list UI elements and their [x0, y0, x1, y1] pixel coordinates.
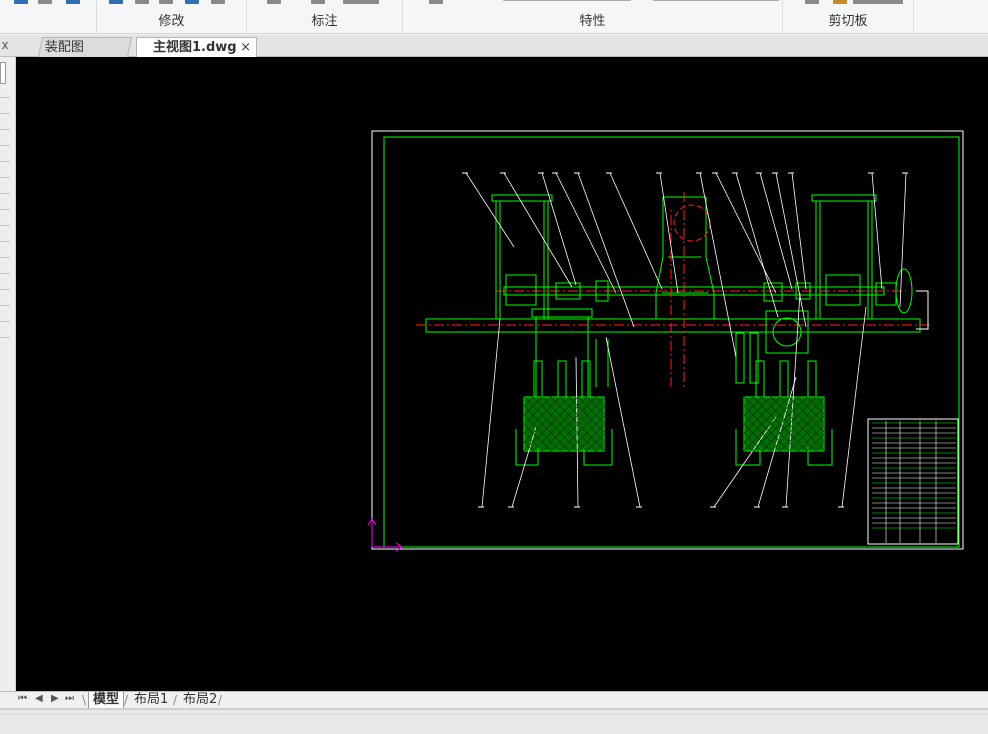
- ribbon-tool-icon[interactable]: [311, 0, 325, 4]
- layout-tab-layout1[interactable]: 布局1: [130, 692, 172, 708]
- right-bracket: [811, 194, 877, 319]
- ribbon-tool-icon[interactable]: [267, 0, 281, 4]
- ribbon-group-label: 修改: [158, 14, 185, 29]
- ribbon-tool-icon[interactable]: [211, 0, 225, 4]
- next-layout-button[interactable]: ▶: [51, 693, 59, 704]
- leader-line: [899, 172, 907, 308]
- leader-line: [715, 172, 777, 294]
- doc-tab-label: 主视图1.dwg: [153, 40, 237, 55]
- panel-row-divider: [0, 193, 10, 194]
- leader-line: [871, 172, 883, 290]
- leader-line: [577, 172, 635, 328]
- panel-row-divider: [0, 257, 10, 258]
- leader-line: [841, 306, 867, 508]
- leader-line: [465, 172, 515, 248]
- panel-row-divider: [0, 289, 10, 290]
- doc-tab-assembly[interactable]: 装配图1.dwg: [37, 37, 133, 74]
- part-leader-lines: [462, 172, 908, 508]
- panel-row-divider: [0, 97, 10, 98]
- ribbon-tool-icon[interactable]: [14, 0, 28, 4]
- cad-application-window: 修改 标注 特性 剪切板 x 装配图1.dwg 主视图1.dwg × ⏮ ◀ ▶…: [0, 0, 988, 734]
- ribbon-tool-icon[interactable]: [66, 0, 80, 4]
- left-hatch-block: [524, 397, 604, 451]
- ribbon-tool-icon[interactable]: [38, 0, 52, 4]
- leader-line: [699, 172, 737, 358]
- ribbon-tool-icon[interactable]: [135, 0, 149, 4]
- drawing-canvas[interactable]: [16, 57, 988, 691]
- left-bracket: [491, 194, 553, 319]
- panel-row-divider: [0, 177, 10, 178]
- ribbon-group-label: 剪切板: [828, 14, 868, 29]
- ribbon-tool-icon[interactable]: [429, 0, 443, 4]
- property-dropdown[interactable]: [503, 0, 631, 1]
- ribbon-group-modify: 修改: [97, 0, 247, 34]
- ucs-icon: [367, 518, 403, 552]
- ribbon-tool-icon[interactable]: [853, 0, 903, 4]
- panel-row-divider: [0, 305, 10, 306]
- panel-row-divider: [0, 145, 10, 146]
- right-hatch-block: [744, 397, 824, 451]
- panel-row-divider: [0, 241, 10, 242]
- property-dropdown[interactable]: [653, 0, 779, 1]
- title-block: [867, 418, 959, 545]
- panel-row-divider: [0, 225, 10, 226]
- ribbon-group-clipboard: 剪切板: [783, 0, 914, 34]
- ribbon-tool-icon[interactable]: [109, 0, 123, 4]
- ribbon-group-annotate: 标注: [247, 0, 403, 34]
- leader-line: [605, 336, 641, 508]
- ribbon-toolbar: 修改 标注 特性 剪切板: [0, 0, 988, 34]
- prev-layout-button[interactable]: ◀: [35, 693, 43, 704]
- center-circle: [673, 204, 711, 242]
- panel-row-divider: [0, 321, 10, 322]
- panel-close-button[interactable]: x: [0, 38, 10, 52]
- panel-handle[interactable]: [0, 62, 6, 84]
- ribbon-tool-icon[interactable]: [185, 0, 199, 4]
- ribbon-group-draw: [0, 0, 97, 34]
- ribbon-group-label: 特性: [579, 14, 606, 29]
- doc-tab-main-view[interactable]: 主视图1.dwg ×: [136, 37, 257, 57]
- ribbon-tool-icon[interactable]: [159, 0, 173, 4]
- status-divider: [0, 714, 988, 715]
- layout-tab-model[interactable]: 模型: [88, 692, 125, 708]
- tab-separator: /: [124, 693, 129, 707]
- document-tab-bar: x 装配图1.dwg 主视图1.dwg ×: [0, 35, 988, 74]
- panel-row-divider: [0, 113, 10, 114]
- ribbon-group-label: 标注: [311, 14, 338, 29]
- first-layout-button[interactable]: ⏮: [18, 693, 27, 704]
- paste-icon[interactable]: [833, 0, 847, 4]
- panel-row-divider: [0, 337, 10, 338]
- panel-row-divider: [0, 161, 10, 162]
- leader-line: [541, 172, 577, 286]
- dimension-line: [916, 290, 929, 330]
- ribbon-group-properties: 特性: [403, 0, 783, 34]
- leader-line: [609, 172, 663, 290]
- tab-separator: /: [218, 693, 223, 707]
- side-panel-collapsed[interactable]: [0, 57, 16, 691]
- panel-row-divider: [0, 129, 10, 130]
- ribbon-tool-icon[interactable]: [343, 0, 379, 4]
- status-bar: [0, 708, 988, 734]
- leader-line: [791, 172, 807, 290]
- close-tab-icon[interactable]: ×: [240, 38, 251, 57]
- tab-separator: \: [82, 693, 87, 707]
- panel-row-divider: [0, 209, 10, 210]
- layout-tab-bar: ⏮ ◀ ▶ ⏭ \ 模型 / 布局1 / 布局2 /: [0, 691, 988, 708]
- layout-tab-layout2[interactable]: 布局2: [179, 692, 221, 708]
- panel-row-divider: [0, 273, 10, 274]
- ribbon-tool-icon[interactable]: [805, 0, 819, 4]
- leader-line: [481, 318, 501, 508]
- left-screws: [533, 360, 591, 398]
- leader-line: [503, 172, 573, 288]
- last-layout-button[interactable]: ⏭: [65, 693, 74, 704]
- tab-separator: /: [173, 693, 178, 707]
- center-tower: [655, 196, 715, 319]
- cad-drawing: [367, 130, 964, 552]
